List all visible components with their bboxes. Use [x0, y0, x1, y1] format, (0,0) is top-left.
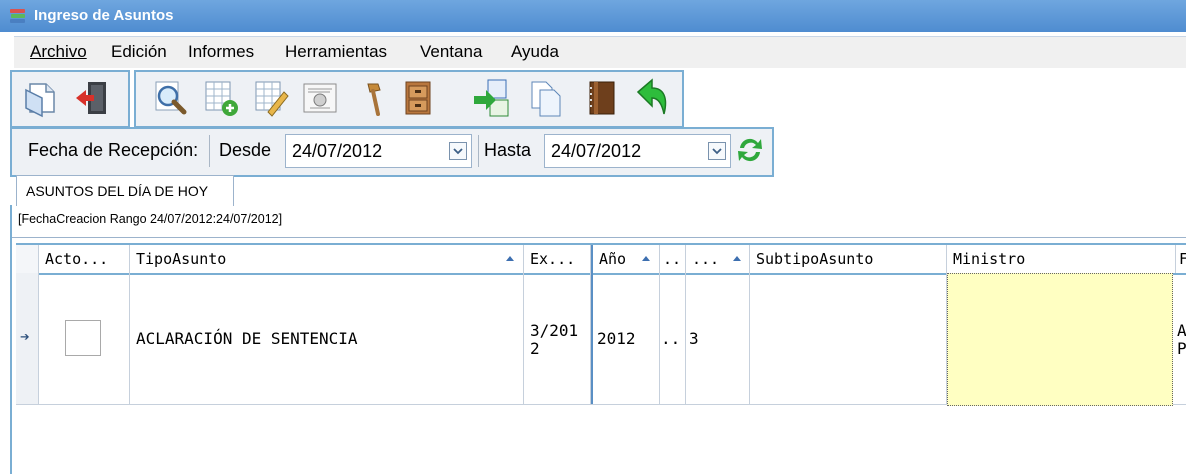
acto-checkbox[interactable] — [65, 320, 101, 356]
menu-ventana[interactable]: Ventana — [420, 42, 482, 62]
search-icon[interactable] — [150, 78, 190, 118]
hammer-icon[interactable] — [354, 78, 394, 118]
app-stack-icon — [10, 9, 25, 23]
cell-col6: 3 — [686, 273, 750, 404]
tab-label: ASUNTOS DEL DÍA DE HOY — [26, 183, 209, 199]
refresh-icon[interactable] — [734, 134, 766, 166]
exit-icon[interactable] — [72, 78, 112, 118]
title-bar: Ingreso de Asuntos — [0, 0, 1186, 32]
sort-ascending-icon — [642, 256, 650, 261]
toolbar-file — [10, 70, 130, 128]
desde-label: Desde — [219, 140, 272, 160]
column-header-acto[interactable]: Acto... — [39, 245, 130, 273]
menu-archivo[interactable]: Archivo — [30, 42, 87, 62]
chevron-down-icon[interactable] — [449, 142, 467, 160]
export-excel-icon[interactable] — [472, 78, 512, 118]
grid-header: Acto... TipoAsunto Ex... Año .. ... Subt… — [16, 243, 1186, 275]
column-header-f[interactable]: F — [1176, 245, 1186, 273]
menu-informes[interactable]: Informes — [188, 42, 254, 62]
column-header-col5[interactable]: .. — [659, 245, 686, 273]
hasta-date-field[interactable]: 24/07/2012 — [544, 134, 731, 168]
divider — [12, 237, 1186, 238]
add-grid-icon[interactable] — [200, 78, 240, 118]
desde-date-field[interactable]: 24/07/2012 — [285, 134, 472, 168]
window-title: Ingreso de Asuntos — [34, 7, 174, 24]
file-cabinet-icon[interactable] — [398, 78, 438, 118]
row-indicator: ➔ — [16, 273, 39, 404]
cell-col5: .. — [659, 273, 686, 404]
book-icon[interactable] — [582, 78, 622, 118]
open-document-icon[interactable] — [22, 78, 62, 118]
column-header-tipoasunto[interactable]: TipoAsunto — [130, 245, 524, 273]
table-row[interactable]: ➔ ACLARACIÓN DE SENTENCIA 3/201 2 2012 .… — [16, 273, 1186, 406]
menu-ayuda[interactable]: Ayuda — [511, 42, 559, 62]
panel-border — [10, 205, 12, 474]
cell-tipoasunto: ACLARACIÓN DE SENTENCIA — [130, 273, 524, 404]
separator — [478, 135, 479, 167]
cell-ex: 3/201 2 — [524, 273, 591, 404]
filter-description: [FechaCreacion Rango 24/07/2012:24/07/20… — [18, 212, 283, 226]
sort-ascending-icon — [733, 256, 741, 261]
chevron-down-icon[interactable] — [708, 142, 726, 160]
cell-f: A P — [1177, 321, 1186, 358]
column-header-ministro[interactable]: Ministro — [947, 245, 1176, 273]
row-indicator-header — [16, 245, 39, 273]
separator — [209, 135, 210, 167]
back-arrow-icon[interactable] — [632, 78, 672, 118]
cell-subtipoasunto — [750, 273, 947, 404]
hasta-label: Hasta — [484, 140, 532, 160]
certificate-icon[interactable] — [300, 78, 340, 118]
column-header-col6[interactable]: ... — [686, 245, 750, 273]
hasta-date-value: 24/07/2012 — [551, 141, 642, 161]
date-filter-bar: Fecha de Recepción: Desde 24/07/2012 Has… — [10, 127, 774, 177]
column-header-subtipoasunto[interactable]: SubtipoAsunto — [750, 245, 947, 273]
menu-herramientas[interactable]: Herramientas — [285, 42, 387, 62]
cell-ministro[interactable] — [947, 273, 1173, 406]
edit-grid-icon[interactable] — [250, 78, 290, 118]
column-header-ex[interactable]: Ex... — [524, 245, 591, 273]
desde-date-value: 24/07/2012 — [292, 141, 383, 161]
current-row-arrow-icon: ➔ — [20, 327, 30, 346]
copy-icon[interactable] — [526, 78, 566, 118]
toolbar-actions — [134, 70, 684, 128]
sort-ascending-icon — [506, 256, 514, 261]
tab-asuntos-del-dia[interactable]: ASUNTOS DEL DÍA DE HOY — [16, 175, 234, 206]
menu-bar: Archivo Edición Informes Herramientas Ve… — [14, 36, 1186, 68]
fecha-recepcion-label: Fecha de Recepción: — [28, 140, 199, 160]
cell-anio: 2012 — [591, 273, 660, 404]
column-header-anio[interactable]: Año — [591, 245, 660, 273]
menu-edicion[interactable]: Edición — [111, 42, 167, 62]
cell-acto — [39, 273, 130, 404]
